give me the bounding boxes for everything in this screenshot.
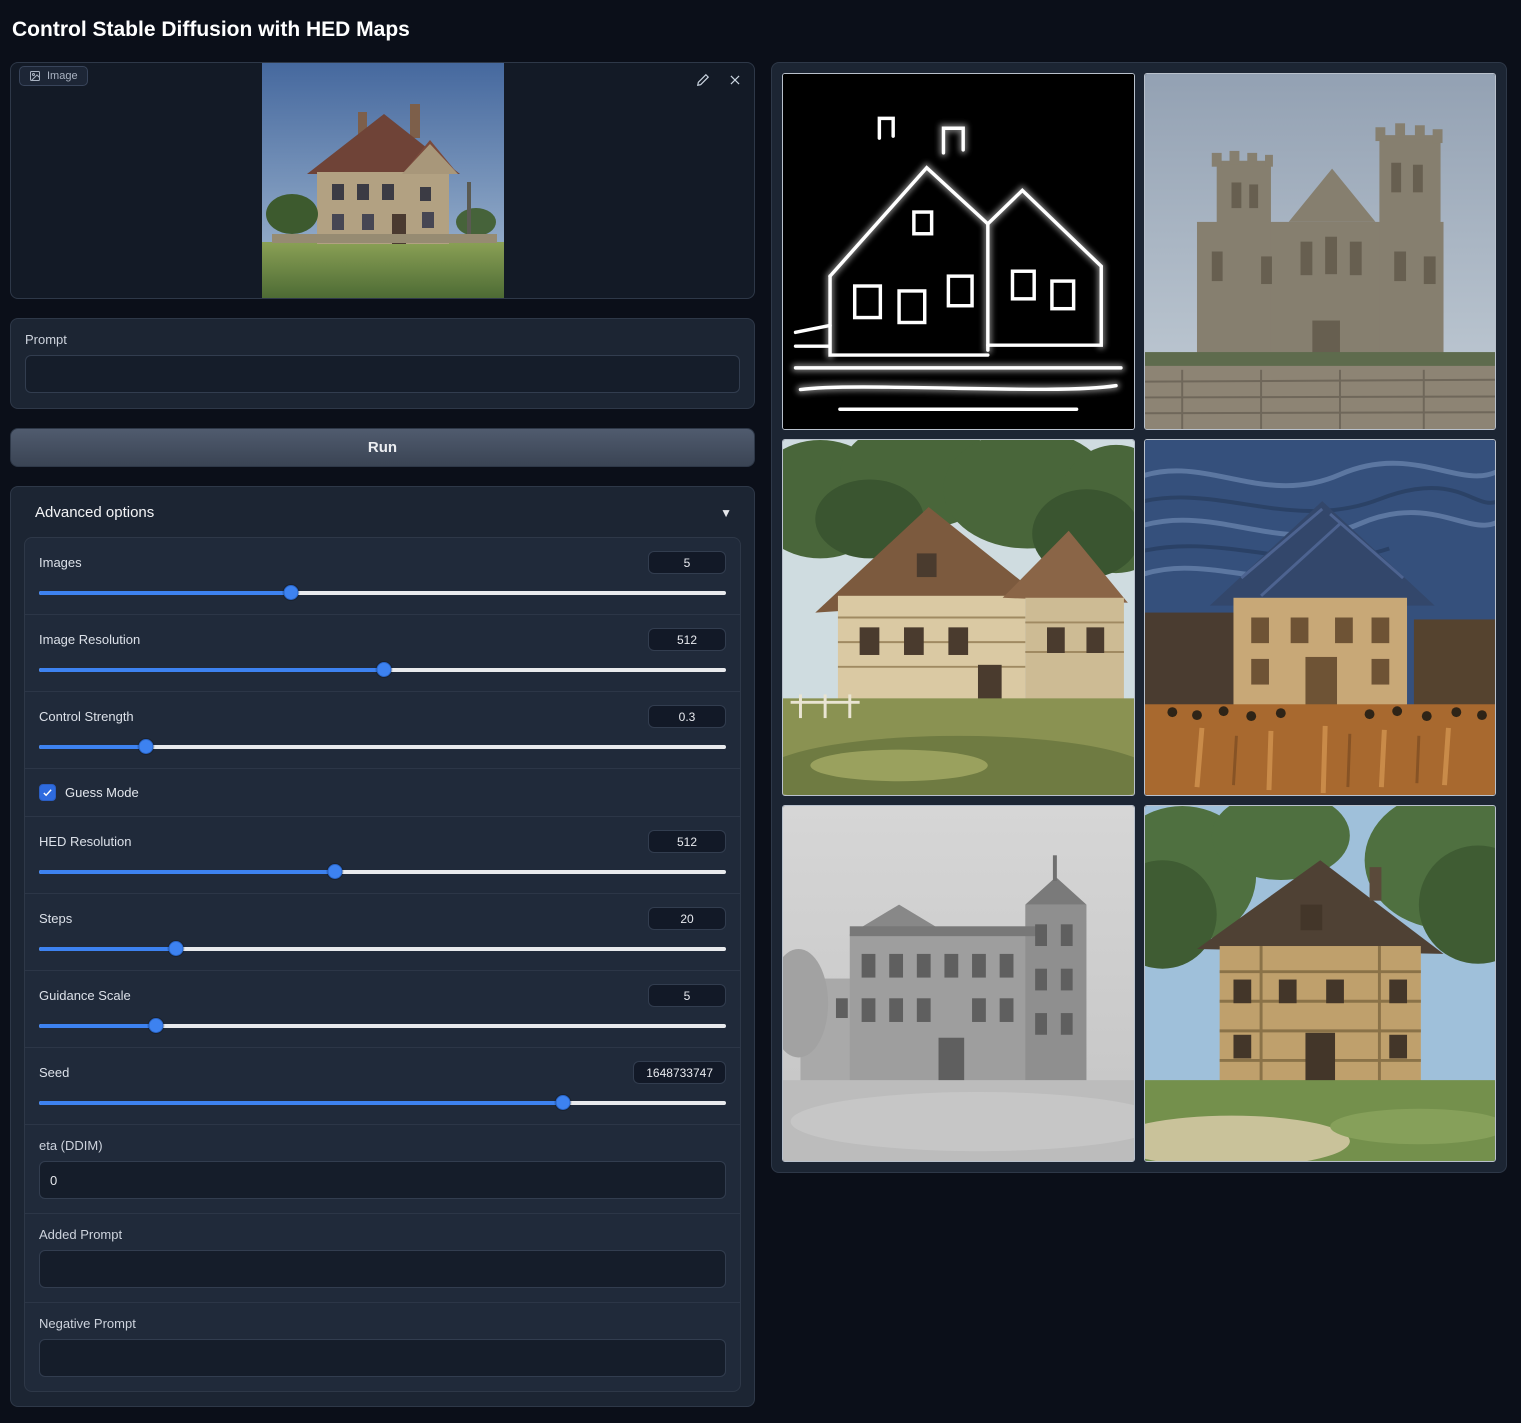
guidance-scale-slider[interactable] xyxy=(39,1018,726,1033)
control-strength-slider-row: Control Strength 0.3 xyxy=(25,692,740,769)
control-strength-slider[interactable] xyxy=(39,739,726,754)
gallery-image-painted-house[interactable] xyxy=(782,439,1135,796)
images-slider-thumb[interactable] xyxy=(284,585,299,600)
seed-slider-row: Seed 1648733747 xyxy=(25,1048,740,1125)
hed-resolution-slider-row: HED Resolution 512 xyxy=(25,817,740,894)
guess-mode-checkbox[interactable] xyxy=(39,784,56,801)
check-icon xyxy=(42,787,53,798)
steps-slider-thumb[interactable] xyxy=(169,941,184,956)
advanced-options-title: Advanced options xyxy=(35,504,154,521)
image-resolution-value[interactable]: 512 xyxy=(648,628,726,651)
image-resolution-slider[interactable] xyxy=(39,662,726,677)
close-icon xyxy=(728,73,742,87)
images-slider-row: Images 5 xyxy=(25,538,740,615)
guidance-scale-label: Guidance Scale xyxy=(39,988,131,1003)
edit-image-button[interactable] xyxy=(694,71,712,89)
seed-slider[interactable] xyxy=(39,1095,726,1110)
eta-label: eta (DDIM) xyxy=(39,1138,726,1153)
negative-prompt-input[interactable] xyxy=(39,1339,726,1377)
output-gallery xyxy=(771,62,1507,1173)
image-input-dropzone[interactable]: Image xyxy=(10,62,755,299)
control-strength-value[interactable]: 0.3 xyxy=(648,705,726,728)
advanced-options-panel: Advanced options ▼ Images 5 xyxy=(10,486,755,1407)
guess-mode-row: Guess Mode xyxy=(25,769,740,817)
image-input-label: Image xyxy=(47,70,78,82)
gallery-image-hed-edge-map[interactable] xyxy=(782,73,1135,430)
seed-value[interactable]: 1648733747 xyxy=(633,1061,726,1084)
steps-value[interactable]: 20 xyxy=(648,907,726,930)
hed-resolution-value[interactable]: 512 xyxy=(648,830,726,853)
images-slider[interactable] xyxy=(39,585,726,600)
steps-slider-row: Steps 20 xyxy=(25,894,740,971)
page-title: Control Stable Diffusion with HED Maps xyxy=(10,12,1509,62)
guidance-scale-slider-thumb[interactable] xyxy=(148,1018,163,1033)
gallery-image-grayscale-building[interactable] xyxy=(782,805,1135,1162)
hed-resolution-label: HED Resolution xyxy=(39,834,132,849)
controls-column: Image xyxy=(10,62,755,1407)
prompt-panel: Prompt xyxy=(10,318,755,409)
control-strength-slider-thumb[interactable] xyxy=(139,739,154,754)
gallery-image-old-house[interactable] xyxy=(1144,805,1497,1162)
run-button[interactable]: Run xyxy=(10,428,755,467)
gallery-image-stylized-painting[interactable] xyxy=(1144,439,1497,796)
image-resolution-label: Image Resolution xyxy=(39,632,140,647)
uploaded-house-image[interactable] xyxy=(262,63,504,298)
steps-slider[interactable] xyxy=(39,941,726,956)
steps-label: Steps xyxy=(39,911,72,926)
negative-prompt-row: Negative Prompt xyxy=(25,1303,740,1391)
results-column xyxy=(771,62,1507,1173)
seed-label: Seed xyxy=(39,1065,69,1080)
pencil-icon xyxy=(696,73,710,87)
negative-prompt-label: Negative Prompt xyxy=(39,1316,726,1331)
advanced-options-header[interactable]: Advanced options ▼ xyxy=(24,487,741,537)
guess-mode-label: Guess Mode xyxy=(65,785,139,800)
prompt-input[interactable] xyxy=(25,355,740,393)
advanced-options-body: Images 5 Image Resolution 512 xyxy=(24,537,741,1392)
chevron-down-icon: ▼ xyxy=(720,506,738,520)
prompt-label: Prompt xyxy=(25,332,740,347)
added-prompt-label: Added Prompt xyxy=(39,1227,726,1242)
clear-image-button[interactable] xyxy=(726,71,744,89)
image-resolution-slider-row: Image Resolution 512 xyxy=(25,615,740,692)
image-input-tag: Image xyxy=(19,66,88,86)
control-strength-label: Control Strength xyxy=(39,709,134,724)
eta-input[interactable]: 0 xyxy=(39,1161,726,1199)
hed-resolution-slider-thumb[interactable] xyxy=(328,864,343,879)
app-root: Control Stable Diffusion with HED Maps I… xyxy=(0,0,1521,1423)
hed-resolution-slider[interactable] xyxy=(39,864,726,879)
eta-row: eta (DDIM) 0 xyxy=(25,1125,740,1214)
seed-slider-thumb[interactable] xyxy=(556,1095,571,1110)
guidance-scale-value[interactable]: 5 xyxy=(648,984,726,1007)
gallery-image-castle[interactable] xyxy=(1144,73,1497,430)
image-icon xyxy=(29,70,41,82)
guidance-scale-slider-row: Guidance Scale 5 xyxy=(25,971,740,1048)
images-value[interactable]: 5 xyxy=(648,551,726,574)
added-prompt-input[interactable] xyxy=(39,1250,726,1288)
images-label: Images xyxy=(39,555,82,570)
added-prompt-row: Added Prompt xyxy=(25,1214,740,1303)
image-resolution-slider-thumb[interactable] xyxy=(376,662,391,677)
